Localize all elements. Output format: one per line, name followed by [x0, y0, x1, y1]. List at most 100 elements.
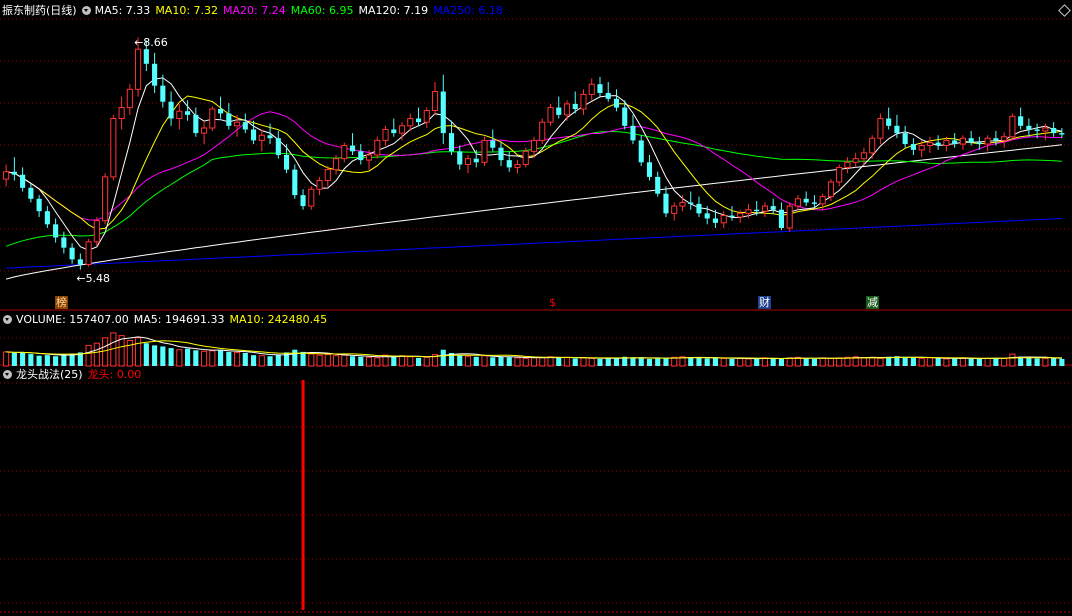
candle-body — [498, 147, 504, 161]
candle — [984, 135, 991, 152]
candle-body — [391, 129, 397, 134]
candle — [308, 186, 315, 210]
volume-bar — [218, 349, 224, 366]
candle — [869, 135, 876, 159]
candle-body — [761, 205, 769, 212]
event-marker-3[interactable]: 减 — [866, 296, 879, 309]
volume-bar — [926, 357, 933, 367]
main-indicator-list: MA5: 7.33 MA10: 7.32 MA20: 7.24 MA60: 6.95 M… — [95, 4, 508, 17]
volume-bar — [341, 354, 348, 367]
candle — [316, 176, 323, 196]
main-indicator-3: MA60: 6.95 — [290, 3, 354, 17]
candle — [786, 202, 793, 232]
volume-bar — [308, 353, 315, 367]
volume-bar — [605, 357, 611, 366]
event-marker-2[interactable]: 财 — [758, 296, 771, 309]
volume-bar — [440, 349, 446, 366]
candle — [646, 155, 653, 181]
left-arrow-icon: ← — [134, 35, 144, 49]
candle-body — [803, 198, 809, 203]
volume-bar — [11, 352, 17, 366]
volume-bar — [935, 358, 941, 366]
dropdown-arrow-icon[interactable] — [3, 369, 12, 379]
volume-bar — [234, 351, 241, 367]
main-indicator-0: MA5: 7.33 — [94, 3, 151, 17]
volume-bar — [1026, 357, 1032, 366]
event-marker-1[interactable]: $ — [548, 296, 557, 309]
volume-bar — [786, 357, 793, 367]
volume-bar — [201, 350, 208, 367]
candle-body — [547, 107, 554, 123]
candle — [324, 165, 331, 187]
candle-body — [663, 193, 669, 214]
dropdown-arrow-icon[interactable] — [81, 5, 91, 15]
volume-bar — [20, 352, 26, 366]
candle — [605, 82, 611, 102]
candle — [794, 195, 801, 210]
candle-body — [704, 213, 710, 219]
candle — [514, 160, 521, 174]
candle-body — [490, 140, 496, 148]
main-indicator-5: MA250: 6.18 — [433, 3, 503, 17]
candle — [292, 164, 298, 199]
candle-body — [11, 171, 17, 175]
candle-body — [1042, 127, 1049, 132]
volume-bar — [976, 358, 982, 366]
volume-bar — [85, 344, 92, 367]
volume-bar — [168, 348, 174, 366]
candle — [556, 96, 562, 119]
volume-bar — [968, 358, 974, 366]
candle-body — [218, 109, 224, 114]
stock-title: 振东制药(日线) — [2, 4, 77, 17]
volume-bar — [457, 355, 463, 366]
candle-body — [778, 209, 784, 228]
candle — [844, 157, 851, 174]
candle-body — [622, 107, 628, 126]
candle — [11, 157, 17, 181]
volume-bar — [226, 351, 232, 366]
dropdown-arrow-icon[interactable] — [3, 314, 12, 324]
candle-body — [20, 174, 26, 188]
volume-bar — [563, 356, 571, 367]
candle-body — [464, 158, 472, 165]
volume-bar — [473, 356, 479, 366]
candle — [374, 136, 381, 159]
volume-bar — [952, 358, 958, 366]
candle-body — [737, 212, 744, 218]
candle — [341, 142, 348, 163]
volume-bar — [209, 350, 216, 367]
candle-body — [794, 198, 801, 207]
candle — [803, 191, 809, 207]
candle-body — [77, 259, 83, 265]
candle-body — [209, 108, 216, 129]
volume-bar — [984, 357, 991, 367]
volume-bar — [398, 355, 406, 367]
volume-panel-header: VOLUME: 157407.00 MA5: 194691.33 MA10: 242… — [0, 312, 337, 326]
volume-bar — [638, 357, 644, 366]
candle-body — [877, 118, 884, 139]
main-indicator-1: MA10: 7.32 — [155, 3, 219, 17]
volume-bar — [61, 354, 67, 366]
candle-body — [168, 101, 174, 119]
candle — [852, 152, 859, 168]
candle-body — [300, 195, 306, 207]
event-marker-0[interactable]: 榜 — [55, 296, 68, 309]
candle — [1009, 113, 1016, 141]
candle — [679, 195, 686, 212]
volume-bar — [349, 356, 356, 366]
candle-body — [712, 218, 719, 223]
candle — [613, 89, 620, 112]
volume-bar — [1059, 358, 1065, 366]
candle — [358, 144, 364, 165]
candle — [218, 96, 224, 119]
candle-body — [572, 103, 578, 110]
candle-body — [952, 140, 958, 145]
candle — [391, 118, 397, 137]
candle — [1051, 122, 1057, 137]
candle — [85, 238, 92, 267]
volume-bar — [251, 355, 257, 366]
candle-body — [284, 155, 290, 170]
volume-bar — [819, 357, 826, 367]
candle-body — [597, 84, 603, 93]
candle — [671, 202, 678, 221]
